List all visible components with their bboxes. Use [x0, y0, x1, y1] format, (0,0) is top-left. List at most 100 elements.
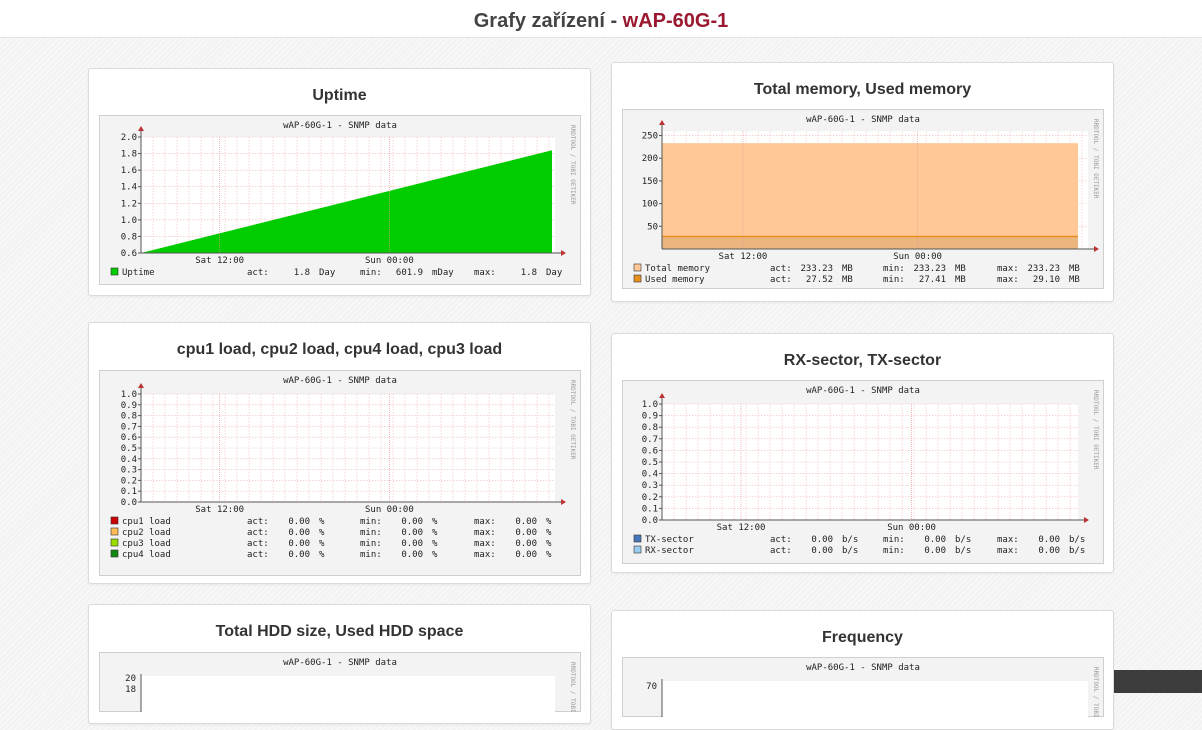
legend-max-unit: % [546, 550, 552, 560]
legend-act-unit: MB [842, 275, 853, 285]
frequency-graph[interactable]: wAP-60G-1 - SNMP data RRDTOOL / TOBI OETI… [622, 657, 1104, 717]
corner-tab[interactable] [1114, 670, 1202, 693]
legend-max-value: 0.00 [1038, 535, 1060, 545]
legend-act-label: act: [247, 268, 269, 278]
legend-act-unit: % [319, 517, 325, 527]
legend-label: Total memory [645, 264, 711, 274]
uptime-graph[interactable]: wAP-60G-1 - SNMP data RRDTOOL / TOBI OETI… [99, 115, 581, 285]
rrdtool-credit: RRDTOOL / TOBI OETIKER [569, 380, 576, 460]
legend-min-value: 0.00 [401, 528, 423, 538]
y-tick-label: 1.0 [121, 390, 137, 400]
legend-label: Used memory [645, 275, 705, 285]
legend-swatch [633, 274, 642, 283]
y-tick-label: 1.6 [121, 166, 137, 176]
legend-min-value: 0.00 [924, 535, 946, 545]
y-tick-label: 0.6 [121, 249, 137, 259]
legend-swatch [633, 545, 642, 554]
legend-max-label: max: [997, 275, 1019, 285]
device-name: wAP-60G-1 [622, 10, 729, 32]
memory-graph[interactable]: wAP-60G-1 - SNMP data RRDTOOL / TOBI OETI… [622, 109, 1104, 289]
y-tick-label: 1.2 [121, 199, 137, 209]
y-tick-label: 0.6 [121, 433, 137, 443]
legend-min-unit: % [432, 539, 438, 549]
x-tick-label: Sat 12:00 [717, 523, 766, 533]
legend-act-value: 27.52 [806, 275, 833, 285]
legend-act-value: 1.8 [294, 268, 310, 278]
y-tick-label: 100 [642, 200, 658, 210]
legend-label: Uptime [122, 268, 155, 278]
graph-subtitle: wAP-60G-1 - SNMP data [283, 376, 397, 386]
rx-tx-card: RX-sector, TX-sector wAP-60G-1 - SNMP da… [611, 333, 1114, 573]
y-tick-label: 0.3 [121, 466, 137, 476]
legend-max-label: max: [474, 517, 496, 527]
legend-act-value: 0.00 [288, 550, 310, 560]
legend-min-label: min: [360, 528, 382, 538]
legend-swatch [110, 549, 119, 558]
y-tick-label: 20 [125, 674, 136, 684]
total-memory-area [662, 143, 1078, 249]
y-tick-label: 0.2 [121, 476, 137, 486]
x-tick-label: Sat 12:00 [719, 252, 768, 262]
uptime-card: Uptime wAP-60G-1 - SNMP data RRDTOOL / TO… [88, 68, 591, 296]
legend-label: RX-sector [645, 546, 694, 556]
card-title: Uptime [312, 87, 367, 104]
hdd-graph[interactable]: wAP-60G-1 - SNMP data RRDTOOL / TOBI OETI… [99, 652, 581, 712]
y-tick-label: 0.5 [121, 444, 137, 454]
cpu-graph[interactable]: wAP-60G-1 - SNMP data RRDTOOL / TOBI OETI… [99, 370, 581, 576]
y-tick-label: 0.1 [642, 504, 658, 514]
y-tick-label: 1.0 [121, 216, 137, 226]
hdd-card: Total HDD size, Used HDD space wAP-60G-1… [88, 604, 591, 724]
legend-act-value: 0.00 [288, 528, 310, 538]
legend-max-label: max: [474, 539, 496, 549]
rrdtool-credit: RRDTOOL / TOBI OETIKER [569, 125, 576, 205]
legend-min-unit: b/s [955, 535, 971, 545]
legend-min-value: 0.00 [401, 550, 423, 560]
card-title: Frequency [822, 629, 903, 646]
x-tick-label: Sat 12:00 [195, 256, 244, 266]
x-tick-label: Sun 00:00 [887, 523, 936, 533]
legend-min-unit: mDay [432, 268, 454, 278]
y-tick-label: 0.4 [121, 455, 137, 465]
legend-max-unit: b/s [1069, 535, 1085, 545]
legend-max-unit: MB [1069, 275, 1080, 285]
graph-subtitle: wAP-60G-1 - SNMP data [806, 663, 920, 673]
memory-card: Total memory, Used memory wAP-60G-1 - SN… [611, 62, 1114, 302]
y-tick-label: 1.0 [642, 400, 658, 410]
legend-min-value: 27.41 [919, 275, 946, 285]
legend-act-label: act: [770, 264, 792, 274]
legend-min-value: 233.23 [913, 264, 946, 274]
y-tick-label: 1.8 [121, 150, 137, 160]
legend-min-label: min: [883, 535, 905, 545]
legend-max-unit: b/s [1069, 546, 1085, 556]
legend-label: TX-sector [645, 535, 694, 545]
legend-min-label: min: [883, 264, 905, 274]
legend-max-value: 0.00 [515, 528, 537, 538]
legend-max-label: max: [997, 546, 1019, 556]
legend-min-value: 0.00 [401, 517, 423, 527]
legend-label: cpu1 load [122, 517, 171, 527]
legend-swatch [110, 527, 119, 536]
y-tick-label: 1.4 [121, 183, 137, 193]
legend-max-value: 0.00 [1038, 546, 1060, 556]
rrdtool-credit: RRDTOOL / TOBI OETIKER [1092, 667, 1099, 717]
legend-swatch [633, 263, 642, 272]
rx-tx-graph[interactable]: wAP-60G-1 - SNMP data RRDTOOL / TOBI OETI… [622, 380, 1104, 564]
legend-label: cpu4 load [122, 550, 171, 560]
used-memory-area [662, 236, 1078, 249]
y-tick-label: 70 [646, 682, 657, 692]
legend-act-unit: b/s [842, 535, 858, 545]
y-tick-label: 0.8 [121, 232, 137, 242]
legend-max-value: 233.23 [1027, 264, 1060, 274]
y-tick-label: 0.9 [121, 401, 137, 411]
legend-act-unit: MB [842, 264, 853, 274]
legend-min-label: min: [360, 268, 382, 278]
legend-max-value: 0.00 [515, 550, 537, 560]
y-tick-label: 0.0 [642, 516, 658, 526]
y-tick-label: 0.3 [642, 481, 658, 491]
rrdtool-credit: RRDTOOL / TOBI OETIKER [1092, 119, 1099, 199]
legend-min-unit: % [432, 528, 438, 538]
y-tick-label: 0.7 [121, 422, 137, 432]
page-header: Grafy zařízení - wAP-60G-1 [0, 0, 1202, 38]
graph-subtitle: wAP-60G-1 - SNMP data [806, 386, 920, 396]
y-tick-label: 0.0 [121, 498, 137, 508]
